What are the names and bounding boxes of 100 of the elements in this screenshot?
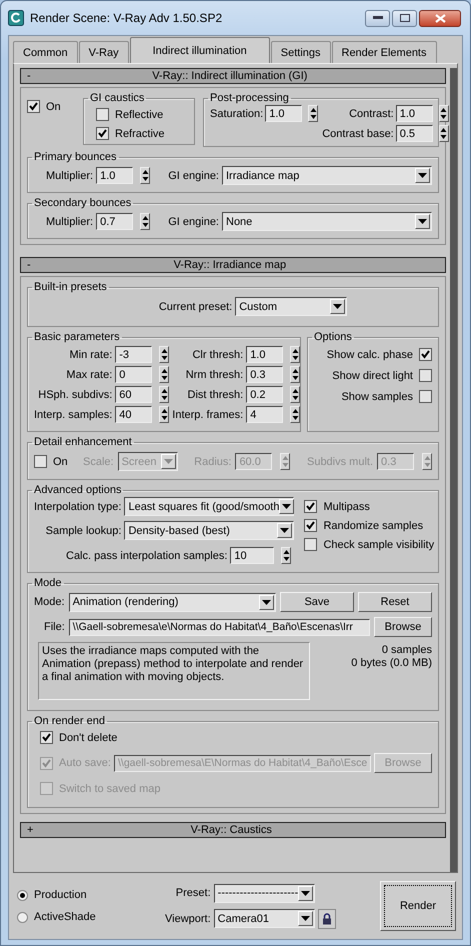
action-button[interactable]: Save (280, 592, 354, 612)
spinner-button[interactable] (422, 453, 432, 470)
field-label: File: (44, 621, 65, 633)
radio-button[interactable] (17, 912, 28, 922)
spinner-button[interactable] (281, 547, 292, 564)
spinner-arrows-icon (160, 368, 168, 381)
rollout-toggle[interactable]: - (27, 70, 31, 82)
scrollbar[interactable] (450, 68, 457, 872)
spinner-arrows-icon (292, 348, 299, 361)
spinner-field[interactable]: 0.3 (246, 366, 284, 383)
tab[interactable]: Render Elements (332, 41, 436, 63)
render-button[interactable]: Render (380, 881, 456, 931)
lock-button[interactable] (318, 908, 336, 928)
browse-button[interactable]: Browse (374, 617, 432, 637)
group-title: Basic parameters (33, 331, 121, 343)
spinner-arrows-icon (424, 455, 431, 468)
field-label: GI engine: (168, 216, 219, 228)
tab[interactable]: Indirect illumination (130, 37, 270, 63)
spinner-button[interactable] (438, 105, 449, 122)
spinner-field[interactable]: 1.0 (265, 105, 302, 122)
rollout-header[interactable]: - V-Ray:: Irradiance map (20, 257, 446, 273)
checkbox[interactable] (34, 455, 47, 468)
spinner-field[interactable]: 1.0 (96, 167, 134, 184)
field-label: Viewport: (165, 912, 211, 924)
spinner-button[interactable] (159, 386, 170, 403)
checkbox[interactable] (96, 127, 109, 140)
action-button[interactable]: Reset (358, 592, 432, 612)
caret-icon (418, 173, 427, 178)
maximize-button[interactable] (392, 10, 417, 26)
spinner-field[interactable]: 0.5 (396, 125, 433, 142)
dropdown[interactable]: Density-based (best) (124, 521, 294, 540)
field-label: HSph. subdivs: (38, 388, 112, 400)
spinner-button[interactable] (159, 366, 170, 383)
spinner-field[interactable]: 1.0 (246, 346, 284, 363)
group-title: On render end (33, 715, 106, 727)
group-title: Advanced options (33, 484, 122, 496)
checkbox[interactable] (304, 500, 318, 513)
checkbox[interactable] (40, 731, 53, 744)
rollout-header[interactable]: + V-Ray:: Caustics (20, 822, 446, 838)
spinner-button[interactable] (290, 366, 300, 383)
dropdown[interactable]: Least squares fit (good/smooth (124, 497, 294, 516)
spinner-button[interactable] (438, 125, 449, 142)
spinner-field[interactable]: 1.0 (396, 105, 433, 122)
spinner-button[interactable] (140, 213, 150, 230)
caret-icon (333, 304, 342, 309)
field-label: Mode: (34, 596, 65, 608)
rollout-toggle[interactable]: - (27, 259, 31, 271)
radio-button[interactable] (17, 890, 28, 900)
rollout-toggle[interactable]: + (27, 824, 34, 836)
checkbox[interactable] (96, 108, 109, 121)
spinner-field[interactable]: 60 (115, 386, 152, 403)
field-label: Multiplier: (46, 170, 94, 182)
checkbox[interactable] (304, 538, 318, 551)
checkbox[interactable] (419, 390, 432, 403)
spinner-field[interactable]: 4 (246, 406, 284, 423)
spinner-field[interactable]: 40 (115, 406, 152, 423)
dropdown[interactable]: Custom (235, 297, 348, 316)
checkbox-label: Auto save: (59, 757, 111, 769)
checkmark-icon (28, 101, 39, 112)
spinner-arrows-icon (440, 127, 448, 140)
spinner-button[interactable] (290, 406, 300, 423)
checkbox[interactable] (419, 369, 432, 382)
checkbox-label: Multipass (323, 500, 370, 512)
spinner-button[interactable] (159, 346, 170, 363)
caret-icon (262, 600, 271, 604)
checkmark-icon (97, 128, 108, 139)
minimize-button[interactable] (365, 10, 390, 26)
field-label: Current preset: (158, 300, 232, 312)
spinner-arrows-icon (440, 107, 448, 120)
checkbox[interactable] (419, 348, 432, 361)
spinner-arrows-icon (310, 107, 317, 120)
spinner-field[interactable]: 0.2 (246, 386, 284, 403)
radio-label: Production (34, 889, 87, 901)
spinner-button[interactable] (308, 105, 318, 122)
dropdown[interactable]: Camera01 (214, 909, 316, 928)
tab[interactable]: V-Ray (78, 41, 129, 63)
spinner-button[interactable] (140, 167, 150, 184)
dropdown[interactable]: None (222, 212, 432, 231)
spinner-field[interactable]: -3 (115, 346, 152, 363)
checkbox[interactable] (304, 519, 318, 532)
spinner-button[interactable] (280, 453, 290, 470)
spinner-field[interactable]: 10 (230, 547, 274, 564)
close-icon (434, 14, 446, 22)
tab[interactable]: Common (13, 41, 78, 63)
dropdown[interactable]: Irradiance map (222, 166, 432, 185)
checkbox-label: Don't delete (59, 732, 118, 744)
spinner-field[interactable]: 0 (115, 366, 152, 383)
tab[interactable]: Settings (270, 41, 330, 63)
spinner-button[interactable] (290, 386, 300, 403)
rollout-header[interactable]: - V-Ray:: Indirect illumination (GI) (20, 68, 446, 84)
dropdown[interactable]: Animation (rendering) (68, 592, 276, 612)
rollout-title: V-Ray:: Indirect illumination (GI) (151, 70, 308, 82)
spinner-button[interactable] (290, 346, 300, 363)
file-path-field[interactable]: \\Gaell-sobremesa\e\Normas do Habitat\4_Baño\Escenas\Irr (68, 618, 370, 636)
spinner-button[interactable] (159, 406, 170, 423)
field-label: Multiplier: (46, 216, 94, 228)
spinner-field[interactable]: 0.7 (96, 213, 134, 230)
checkbox[interactable] (27, 100, 40, 113)
close-button[interactable] (419, 10, 461, 26)
dropdown[interactable]: ---------------------- (214, 884, 316, 902)
